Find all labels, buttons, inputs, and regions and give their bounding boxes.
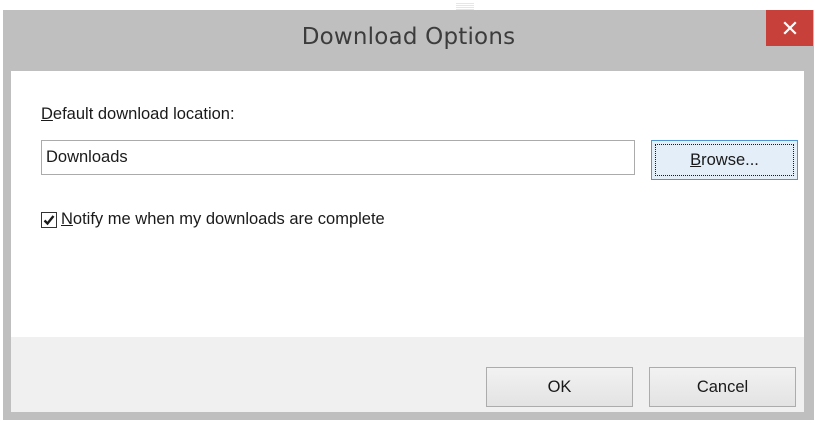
background-strip [0,0,822,10]
notify-label-accelerator: N [61,210,73,228]
download-options-dialog: Download Options Default download locati… [3,10,814,420]
resize-grip[interactable] [456,3,474,10]
notify-label-text: otify me when my downloads are complete [72,210,385,228]
ok-button[interactable]: OK [486,367,633,407]
notify-checkbox-row[interactable]: Notify me when my downloads are complete [41,210,385,229]
location-label-text: efault download location: [52,105,235,123]
focus-ring [655,144,794,176]
dialog-content: Default download location: Browse... Not… [11,71,804,412]
titlebar[interactable]: Download Options [3,10,814,71]
download-location-input[interactable] [41,140,635,175]
cancel-button[interactable]: Cancel [649,367,796,407]
dialog-title: Download Options [301,24,516,50]
download-location-label: Default download location: [41,105,235,124]
close-icon [782,21,797,35]
close-button[interactable] [766,10,813,46]
location-label-accelerator: D [41,105,53,123]
dialog-footer: OK Cancel [11,337,804,412]
notify-checkbox[interactable] [41,211,57,228]
checkmark-icon [43,214,55,225]
browse-button[interactable]: Browse... [651,140,798,180]
notify-label: Notify me when my downloads are complete [61,210,385,229]
